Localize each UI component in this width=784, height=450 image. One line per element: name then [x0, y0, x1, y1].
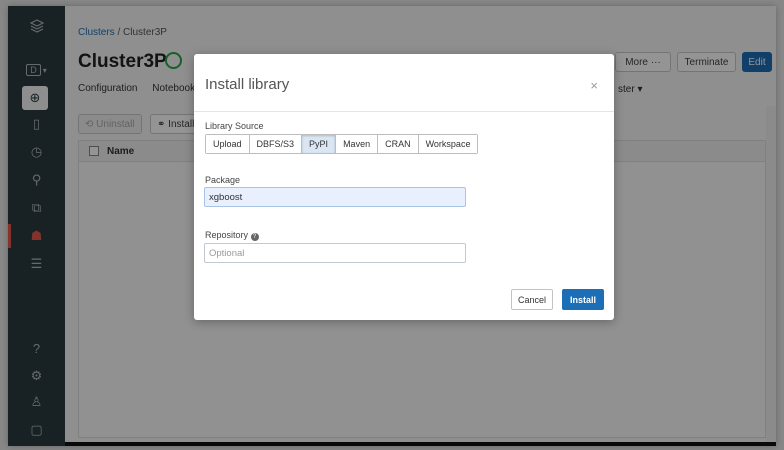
repository-label: Repository ? — [205, 230, 259, 241]
cancel-button[interactable]: Cancel — [511, 289, 553, 310]
source-cran[interactable]: CRAN — [378, 135, 419, 153]
divider — [194, 111, 614, 112]
install-button[interactable]: Install — [562, 289, 604, 310]
package-label: Package — [205, 175, 241, 185]
source-pypi[interactable]: PyPI — [302, 135, 337, 153]
library-source-label: Library Source — [205, 121, 264, 131]
source-workspace[interactable]: Workspace — [418, 135, 478, 153]
library-source-selector: Upload DBFS/S3 PyPI Maven CRAN Workspace — [205, 134, 479, 154]
repository-input[interactable]: Optional — [204, 243, 466, 263]
close-icon[interactable]: × — [590, 78, 598, 93]
help-icon[interactable]: ? — [250, 233, 259, 241]
package-input[interactable]: xgboost — [204, 187, 466, 207]
source-upload[interactable]: Upload — [206, 135, 250, 153]
source-dbfs-s3[interactable]: DBFS/S3 — [249, 135, 303, 153]
install-library-dialog: Install library × Library Source Upload … — [194, 54, 614, 320]
source-maven[interactable]: Maven — [336, 135, 379, 153]
dialog-title: Install library — [205, 76, 290, 93]
